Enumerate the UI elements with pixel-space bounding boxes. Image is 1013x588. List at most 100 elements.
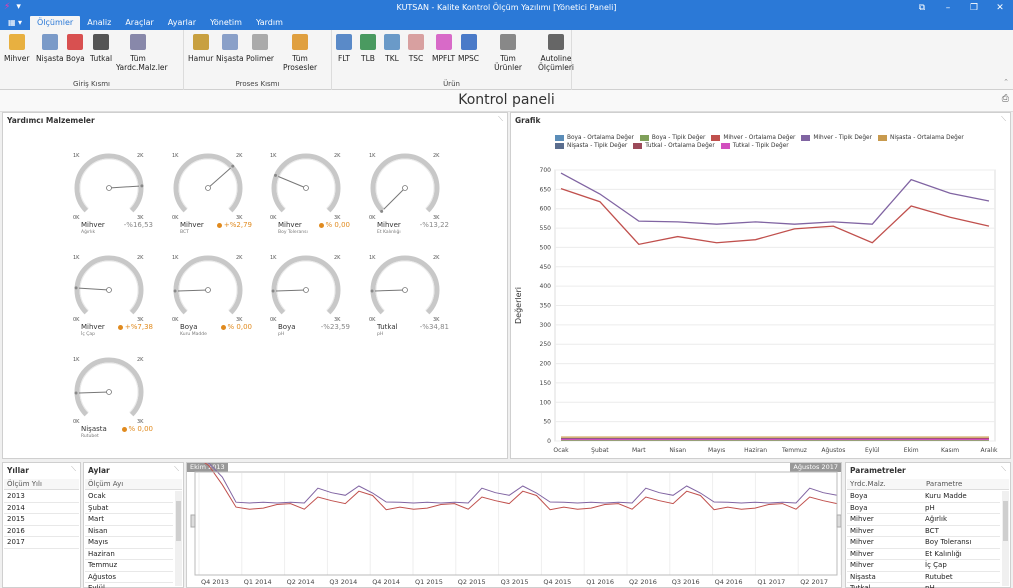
table-row[interactable]: Mihver BCT — [847, 526, 1000, 537]
ribbon-button-2-0[interactable]: FLT — [336, 34, 352, 63]
ribbon-button-1-2[interactable]: Polimer — [246, 34, 274, 63]
x-tick-label: Mart — [632, 447, 646, 454]
ribbon-button-2-2[interactable]: TKL — [384, 34, 400, 63]
list-item[interactable]: Şubat — [85, 503, 173, 514]
legend-item[interactable]: Mihver - Tipik Değer — [801, 135, 872, 141]
close-button[interactable]: ✕ — [987, 0, 1013, 16]
ribbon-button-0-3[interactable]: Tutkal — [90, 34, 112, 63]
range-selector[interactable] — [194, 471, 838, 576]
table-row[interactable]: Mihver Et Kalınlığı — [847, 549, 1000, 560]
legend-item[interactable]: Tutkal - Ortalama Değer — [633, 143, 715, 149]
ribbon-button-0-0[interactable]: Mihver — [4, 34, 29, 63]
parameter-cell: İç Çap — [925, 561, 947, 569]
ribbon-button-1-1[interactable]: Nişasta — [216, 34, 244, 63]
range-handle-left[interactable] — [190, 514, 196, 528]
list-item[interactable]: Temmuz — [85, 560, 173, 572]
list-item[interactable]: 2013 — [4, 491, 79, 503]
list-item[interactable]: Ocak — [85, 491, 173, 503]
ribbon-button-0-2[interactable]: Boya — [66, 34, 85, 63]
list-item[interactable]: 2016 — [4, 526, 79, 537]
pin-icon[interactable]: ⟍ — [174, 465, 179, 474]
table-row[interactable]: Nişasta Rutubet — [847, 572, 1000, 583]
list-item[interactable]: Ağustos — [85, 572, 173, 583]
gauge-tick-label: 0K — [172, 215, 179, 221]
table-row[interactable]: Mihver İç Çap — [847, 560, 1000, 572]
gauge-needle — [177, 289, 209, 292]
legend-item[interactable]: Mihver - Ortalama Değer — [711, 135, 795, 141]
tab-2[interactable]: Araçlar — [118, 16, 160, 30]
legend-item[interactable]: Nişasta - Tipik Değer — [555, 143, 627, 149]
table-row[interactable]: Mihver Boy Toleransı — [847, 537, 1000, 549]
ribbon-button-icon — [130, 34, 146, 50]
app-menu-button[interactable]: ▦ ▾ — [0, 16, 30, 30]
ribbon-button-0-4[interactable]: Tüm Yardc.Malz.ler — [116, 34, 168, 72]
timeline-range[interactable]: Ekim 2013 Ağustos 2017 Q4 2013 Q1 2014 Q2 … — [186, 462, 842, 588]
table-row[interactable]: Mihver Ağırlık — [847, 514, 1000, 526]
gauge-hub — [205, 185, 211, 191]
legend-item[interactable]: Boya - Tipik Değer — [639, 135, 705, 141]
tab-0[interactable]: Ölçümler — [30, 16, 81, 30]
ribbon-display-options-icon[interactable]: ⧉ — [909, 0, 935, 16]
minimize-button[interactable]: – — [935, 0, 961, 16]
tab-5[interactable]: Yardım — [249, 16, 290, 30]
gauge-7: 1K 2K 0K 3K Tutkal pH -%34,81 — [365, 255, 455, 355]
pin-icon[interactable]: ⟍ — [71, 465, 76, 474]
list-item[interactable]: Mayıs — [85, 537, 173, 549]
range-handle-right[interactable] — [836, 514, 841, 528]
legend-item[interactable]: Tutkal - Tipik Değer — [720, 143, 789, 149]
pin-icon[interactable]: ⟍ — [1001, 115, 1006, 124]
timeline-tick: Q4 2015 — [543, 578, 571, 586]
table-row[interactable]: Boya Kuru Madde — [847, 491, 1000, 503]
gauge-tick-label: 2K — [137, 255, 144, 261]
legend-item[interactable]: Boya - Ortalama Değer — [555, 135, 634, 141]
ribbon-button-2-1[interactable]: TLB — [360, 34, 376, 63]
gauge-value-text: +%7,38 — [124, 323, 153, 331]
gauge-3: 1K 2K 0K 3K Mihver Et Kalınlığı -%13,22 — [365, 153, 455, 253]
params-title: Parametreler — [850, 466, 906, 475]
list-item[interactable]: 2017 — [4, 537, 79, 549]
tab-1[interactable]: Analiz — [80, 16, 118, 30]
list-item[interactable]: Eylül — [85, 583, 173, 588]
y-tick-label: 650 — [540, 186, 552, 193]
months-scrollbar[interactable] — [175, 491, 182, 586]
tab-3[interactable]: Ayarlar — [161, 16, 203, 30]
gauge-arc — [370, 153, 440, 213]
ribbon-button-1-0[interactable]: Hamur — [188, 34, 213, 63]
timeline-tick: Q1 2014 — [244, 578, 272, 586]
params-scrollbar[interactable] — [1002, 491, 1009, 586]
gauge-value-text: +%2,79 — [223, 221, 252, 229]
ribbon-button-0-1[interactable]: Nişasta — [36, 34, 64, 63]
table-row[interactable]: Tutkal pH — [847, 583, 1000, 588]
ribbon-button-1-3[interactable]: Tüm Prosesler — [278, 34, 322, 72]
pin-icon[interactable]: ⟍ — [1001, 465, 1006, 474]
tab-4[interactable]: Yönetim — [203, 16, 249, 30]
list-item[interactable]: Nisan — [85, 526, 173, 537]
legend-swatch — [711, 135, 721, 141]
legend-label: Mihver - Tipik Değer — [813, 135, 872, 141]
maximize-button[interactable]: ❐ — [961, 0, 987, 16]
collapse-ribbon-icon[interactable]: ⌃ — [1003, 78, 1009, 86]
status-dot-icon — [216, 222, 222, 228]
ribbon-button-2-7[interactable]: Autoline Ölçümleri — [534, 34, 578, 72]
y-tick-label: 600 — [540, 206, 552, 213]
gauge-tick-label: 2K — [137, 357, 144, 363]
ribbon-button-2-3[interactable]: TSC — [408, 34, 424, 63]
list-item[interactable]: Haziran — [85, 549, 173, 560]
material-cell: Mihver — [850, 561, 874, 569]
ribbon-button-label: Autoline Ölçümleri — [537, 54, 575, 72]
ribbon-button-2-5[interactable]: MPSC — [458, 34, 479, 63]
gauge-tick-label: 0K — [270, 317, 277, 323]
list-item[interactable]: 2014 — [4, 503, 79, 514]
table-row[interactable]: Boya pH — [847, 503, 1000, 514]
list-item[interactable]: Mart — [85, 514, 173, 526]
gauge-marker — [370, 289, 374, 293]
list-item[interactable]: 2015 — [4, 514, 79, 526]
ribbon-button-2-6[interactable]: Tüm Ürünler — [486, 34, 530, 72]
export-icon[interactable]: ⎙ — [1002, 94, 1009, 104]
gauge-name: Mihver — [81, 323, 105, 331]
pin-icon[interactable]: ⟍ — [498, 115, 503, 124]
legend-item[interactable]: Nişasta - Ortalama Değer — [878, 135, 964, 141]
years-title: Yıllar — [7, 466, 29, 475]
ribbon-button-2-4[interactable]: MPFLT — [432, 34, 455, 63]
ribbon-group-title: Ürün — [443, 80, 460, 88]
